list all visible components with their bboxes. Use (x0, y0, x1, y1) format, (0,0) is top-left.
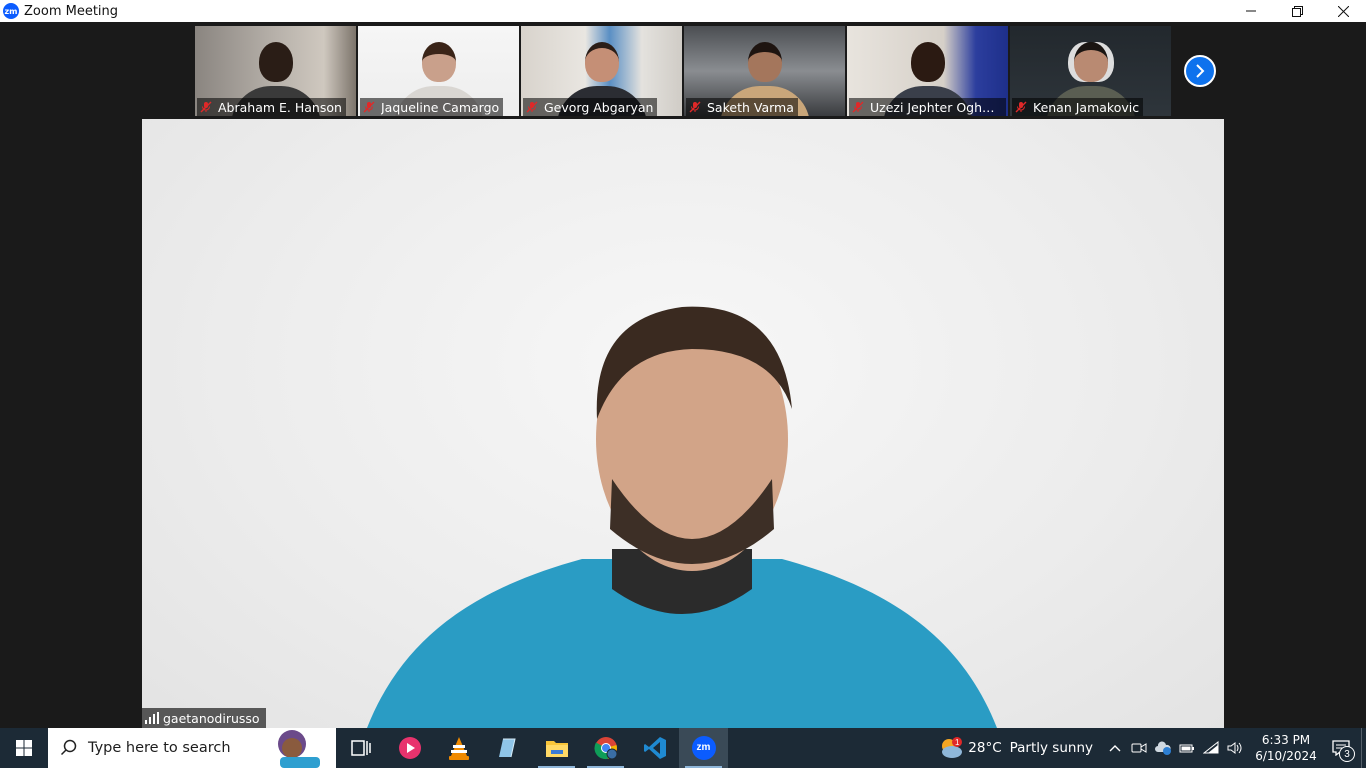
taskbar-app-zoom[interactable]: zm (679, 728, 728, 768)
participant-name: Jaqueline Camargo (381, 99, 500, 115)
show-desktop-button[interactable] (1361, 728, 1366, 768)
muted-mic-icon (689, 101, 701, 113)
zoom-app-icon: zm (3, 3, 19, 19)
meet-now-button[interactable] (1127, 728, 1151, 768)
vscode-icon (643, 737, 666, 759)
participant-name: Kenan Jamakovic (1033, 99, 1140, 115)
next-participants-button[interactable] (1184, 55, 1216, 87)
active-speaker-video: gaetanodirusso (142, 119, 1224, 728)
participant-video-head (748, 42, 782, 82)
notification-center-button[interactable]: 3 (1321, 728, 1361, 768)
restore-button[interactable] (1274, 0, 1320, 22)
search-icon (60, 739, 77, 756)
participant-nameplate: Jaqueline Camargo (360, 98, 504, 116)
muted-mic-icon (526, 101, 538, 113)
zoom-app-icon-text: zm (4, 6, 18, 16)
participant-name: Abraham E. Hanson (218, 99, 342, 115)
meeting-area: Abraham E. Hanson Jaqueline Camargo Gevo… (0, 22, 1366, 728)
window-controls (1228, 0, 1366, 22)
zoom-icon-label: zm (696, 742, 711, 753)
participant-nameplate: Abraham E. Hanson (197, 98, 346, 116)
muted-mic-icon (363, 101, 375, 113)
speaker-icon (1227, 742, 1242, 754)
clock-date: 6/10/2024 (1255, 749, 1317, 763)
weather-alert-badge: 1 (955, 737, 960, 747)
participant-strip: Abraham E. Hanson Jaqueline Camargo Gevo… (195, 26, 1171, 116)
taskbar-app-media-player[interactable] (385, 728, 434, 768)
taskbar-app-chrome[interactable] (581, 728, 630, 768)
window-title: Zoom Meeting (24, 3, 119, 19)
participant-video-head (422, 42, 456, 82)
close-icon (1337, 5, 1349, 17)
start-button[interactable] (0, 728, 48, 768)
close-button[interactable] (1320, 0, 1366, 22)
windows-taskbar: Type here to search zm 1 28°C Partly sun… (0, 728, 1366, 768)
participant-video-head (911, 42, 945, 82)
battery-button[interactable] (1175, 728, 1199, 768)
camera-icon (1131, 743, 1147, 753)
participant-nameplate: Saketh Varma (686, 98, 798, 116)
wifi-icon (1203, 741, 1219, 754)
taskbar-clock[interactable]: 6:33 PM 6/10/2024 (1251, 728, 1321, 768)
system-tray: 1 28°C Partly sunny 6:33 PM 6/10/2024 3 (932, 728, 1366, 768)
notification-count-badge: 3 (1339, 746, 1355, 762)
task-view-button[interactable] (336, 728, 385, 768)
participant-tile[interactable]: Kenan Jamakovic (1010, 26, 1171, 116)
participant-tile[interactable]: Uzezi Jephter Ogheneka... (847, 26, 1008, 116)
media-player-icon (398, 737, 421, 759)
chevron-right-icon (1196, 64, 1205, 78)
restore-icon (1291, 5, 1303, 17)
taskbar-app-notepad[interactable] (483, 728, 532, 768)
speaker-silhouette (367, 306, 997, 728)
participant-nameplate: Kenan Jamakovic (1012, 98, 1144, 116)
participant-tile[interactable]: Abraham E. Hanson (195, 26, 356, 116)
taskbar-app-vlc[interactable] (434, 728, 483, 768)
vlc-icon (448, 737, 469, 760)
clock-time: 6:33 PM (1261, 733, 1311, 747)
task-view-icon (350, 740, 371, 756)
show-hidden-icons-button[interactable] (1103, 728, 1127, 768)
muted-mic-icon (200, 101, 212, 113)
window-title-bar: zm Zoom Meeting (0, 0, 1366, 22)
minimize-icon (1246, 10, 1256, 12)
windows-logo-icon (16, 740, 32, 756)
participant-tile[interactable]: Saketh Varma (684, 26, 845, 116)
folder-icon (545, 741, 568, 757)
participant-nameplate: Uzezi Jephter Ogheneka... (849, 98, 1006, 116)
taskbar-search-box[interactable]: Type here to search (48, 728, 336, 768)
search-placeholder: Type here to search (88, 740, 231, 756)
weather-widget[interactable]: 1 28°C Partly sunny (932, 728, 1103, 768)
participant-name: Saketh Varma (707, 99, 794, 115)
muted-mic-icon (852, 101, 864, 113)
active-speaker-nameplate: gaetanodirusso (142, 708, 266, 728)
participant-nameplate: Gevorg Abgaryan (523, 98, 658, 116)
network-button[interactable] (1199, 728, 1223, 768)
participant-video-head (1074, 42, 1108, 82)
weather-condition: Partly sunny (1009, 740, 1093, 756)
battery-icon (1179, 744, 1194, 753)
volume-button[interactable] (1223, 728, 1247, 768)
active-speaker-name: gaetanodirusso (163, 710, 260, 726)
weather-temperature: 28°C (968, 740, 1002, 756)
participant-tile[interactable]: Jaqueline Camargo (358, 26, 519, 116)
participant-video-head (259, 42, 293, 82)
minimize-button[interactable] (1228, 0, 1274, 22)
notepad-icon (498, 738, 516, 758)
search-highlight-illustration (278, 730, 320, 768)
taskbar-app-file-explorer[interactable] (532, 728, 581, 768)
chrome-icon (593, 737, 617, 760)
signal-strength-icon (145, 712, 159, 724)
participant-tile[interactable]: Gevorg Abgaryan (521, 26, 682, 116)
participant-name: Uzezi Jephter Ogheneka... (870, 99, 1002, 115)
onedrive-sync-button[interactable] (1151, 728, 1175, 768)
cloud-sync-icon (1155, 741, 1171, 755)
muted-mic-icon (1015, 101, 1027, 113)
participant-video-head (585, 42, 619, 82)
chevron-up-icon (1109, 745, 1121, 752)
participant-name: Gevorg Abgaryan (544, 99, 654, 115)
taskbar-app-vscode[interactable] (630, 728, 679, 768)
